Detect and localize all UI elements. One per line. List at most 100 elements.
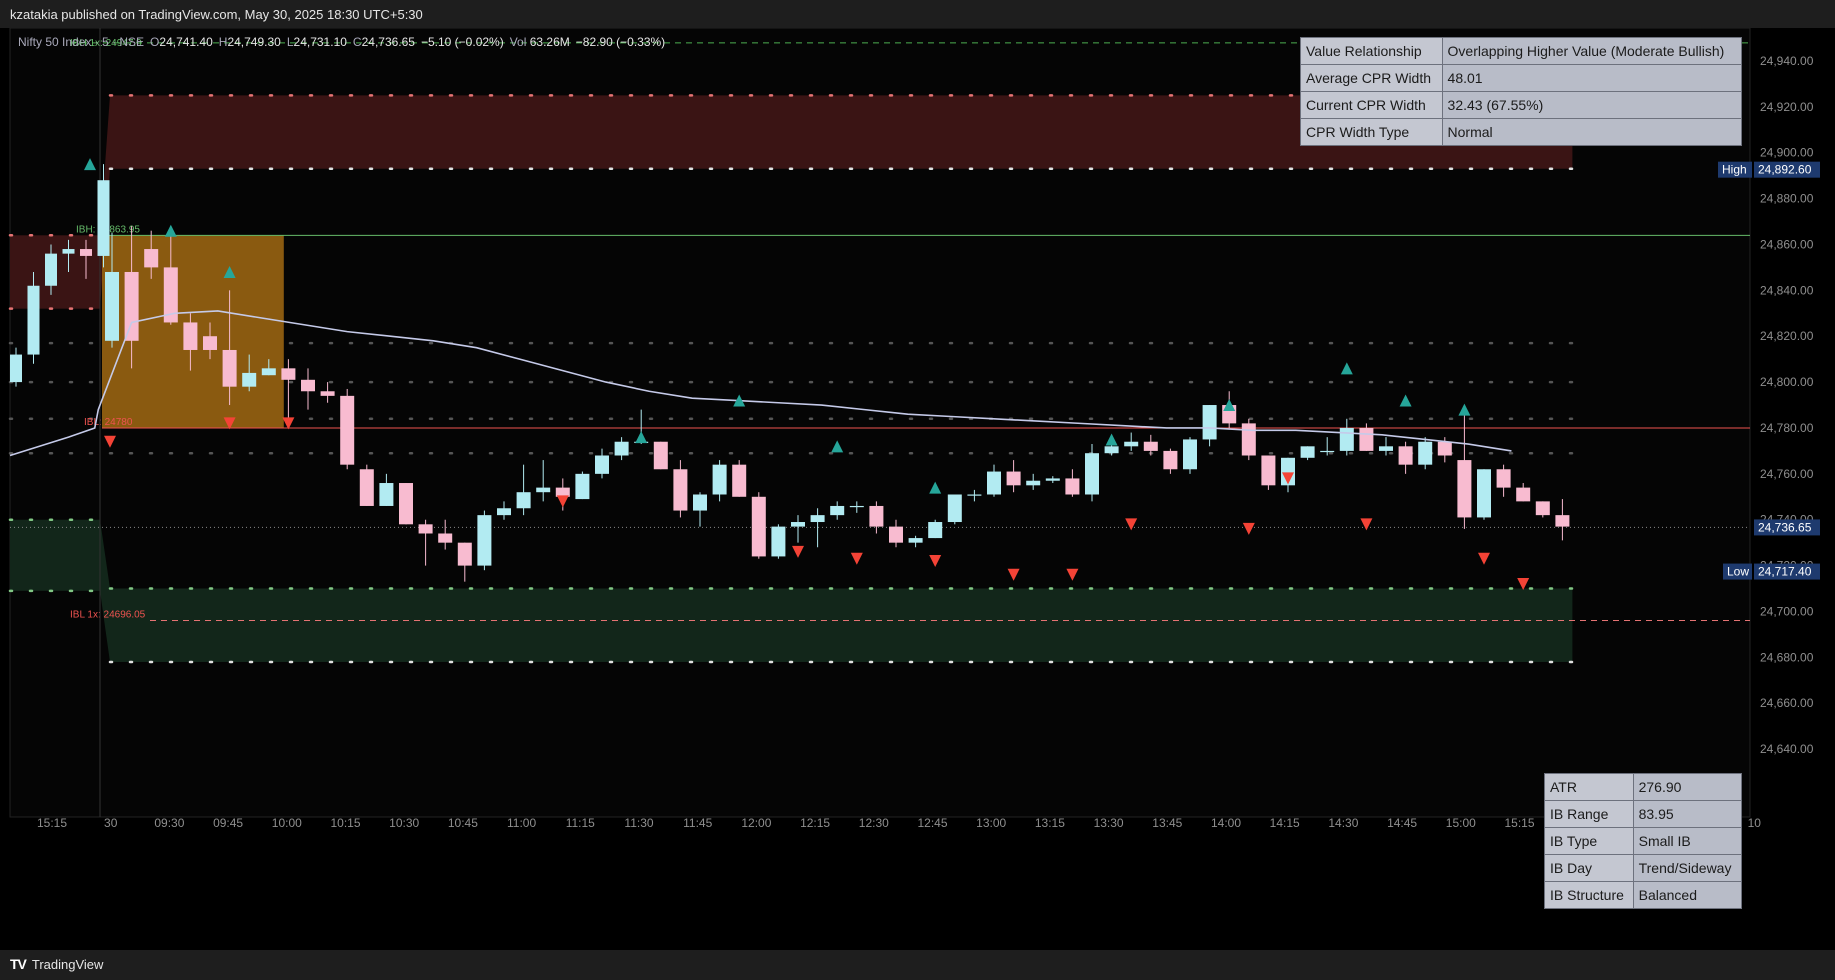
candle [1535, 501, 1550, 518]
x-tick-label: 13:45 [1152, 816, 1182, 830]
x-tick-label: 15:00 [1446, 816, 1476, 830]
candle-body [712, 464, 727, 495]
y-tick-label: 24,920.00 [1760, 100, 1814, 114]
cpr-info-value: 32.43 (67.55%) [1441, 91, 1743, 119]
ib-info-key: IB Type [1544, 827, 1634, 855]
brand-name: TradingView [31, 956, 104, 972]
candle-body [967, 494, 982, 496]
ibl-1x-label: IBL 1x: 24696.05 [70, 610, 146, 621]
ib-info-row: IB Structure Balanced [1544, 881, 1743, 909]
candle-body [1379, 446, 1393, 451]
candle-body [575, 473, 590, 500]
candle [928, 519, 943, 539]
high-value-tag-text: 24,892.60 [1758, 163, 1812, 177]
tradingview-logo-icon: TV [10, 956, 27, 972]
candle-body [1516, 487, 1531, 502]
candle-body [614, 441, 629, 456]
y-tick-label: 24,900.00 [1760, 146, 1814, 160]
candle-body [1535, 501, 1550, 516]
ib-info-row: IB Day Trend/Sideway [1544, 854, 1743, 882]
x-tick-label: 10:00 [272, 816, 302, 830]
candle-body [1339, 427, 1354, 451]
candle-body [203, 336, 217, 350]
low-label-tag: Low [1723, 563, 1752, 580]
candle [732, 460, 747, 497]
ib-info-row: IB Range 83.95 [1544, 800, 1743, 828]
ib-info-key: IB Structure [1544, 881, 1634, 909]
y-tick-label: 24,940.00 [1760, 54, 1814, 68]
x-tick-label: 15:15 [37, 816, 67, 830]
candle [340, 388, 355, 470]
ib-info-table: ATR 276.90 IB Range 83.95 IB Type Small IB IB … [1544, 773, 1743, 909]
cpr-info-key: Current CPR Width [1300, 91, 1443, 119]
y-tick-label: 24,820.00 [1760, 329, 1814, 343]
candle-body [10, 354, 22, 383]
last-price-tag: 24,736.65 [1754, 519, 1820, 536]
ib-info-value: 83.95 [1632, 800, 1743, 828]
candle [1477, 469, 1491, 520]
cpr-info-table: Value Relationship Overlapping Higher Val… [1300, 37, 1743, 146]
legend-vol: Vol 63.26M [509, 35, 570, 49]
high-label-tag-text: High [1722, 163, 1747, 177]
cpr-info-value: 48.01 [1441, 64, 1743, 92]
x-tick-label: 10:15 [330, 816, 360, 830]
candle-body [183, 322, 198, 350]
candle-body [281, 368, 296, 380]
candle-body [673, 469, 688, 511]
candle-body [1163, 450, 1178, 470]
footer-bar [0, 950, 1835, 980]
cpr-info-value: Overlapping Higher Value (Moderate Bulli… [1441, 37, 1743, 65]
y-tick-label: 24,880.00 [1760, 192, 1814, 206]
y-tick-label: 24,780.00 [1760, 421, 1814, 435]
low-value-tag-text: 24,717.40 [1758, 565, 1812, 579]
symbol-name: Nifty 50 Index · 5 · NSE [18, 35, 145, 49]
x-tick-label: 13:30 [1094, 816, 1124, 830]
candle-body [536, 487, 551, 493]
x-tick-label: 13:15 [1035, 816, 1065, 830]
x-tick-label: 09:30 [154, 816, 184, 830]
ib-info-value: Balanced [1632, 881, 1743, 909]
tradingview-logo[interactable]: TV TradingView [10, 956, 103, 972]
candle-body [1241, 423, 1256, 456]
candle [947, 494, 962, 525]
candle-body [1124, 441, 1139, 447]
candle-body [1202, 405, 1217, 440]
candle-body [144, 249, 159, 268]
candle-body [1085, 453, 1099, 495]
legend-high: H24,749.30 [218, 35, 281, 49]
x-tick-label: 12:15 [800, 816, 830, 830]
candle-body [124, 271, 139, 341]
x-tick-label: 09:45 [213, 816, 243, 830]
candle-body [62, 249, 75, 254]
x-tick-label: 11:45 [683, 816, 712, 830]
candle [1418, 437, 1433, 470]
candle-body [889, 526, 903, 543]
high-value-tag: 24,892.60 [1754, 161, 1820, 178]
high-label-tag: High [1718, 161, 1752, 178]
x-tick-label: 10:45 [448, 816, 478, 830]
candle-body [987, 471, 1001, 495]
candle-body [1183, 439, 1197, 470]
candle-body [1065, 478, 1080, 495]
candle-body [97, 180, 110, 256]
candle-body [27, 285, 40, 355]
cpr-info-row: Current CPR Width 32.43 (67.55%) [1300, 91, 1743, 119]
candle-body [1496, 469, 1511, 488]
candle-body [301, 379, 315, 392]
candle [771, 524, 786, 559]
cpr-info-key: Average CPR Width [1300, 64, 1443, 92]
legend-vol-change: −82.90 (−0.33%) [575, 35, 666, 49]
low-label-tag-text: Low [1727, 565, 1749, 579]
publish-header: kzatakia published on TradingView.com, M… [0, 0, 1835, 29]
cpr-info-value: Normal [1441, 118, 1743, 146]
legend-open: O24,741.40 [150, 35, 213, 49]
x-tick-label: 12:45 [917, 816, 947, 830]
candle-body [595, 455, 609, 474]
candle-body [869, 505, 884, 527]
candle [575, 471, 590, 500]
publish-info: kzatakia published on TradingView.com, M… [10, 7, 423, 22]
candle [477, 510, 492, 571]
x-tick-label: 12:30 [859, 816, 889, 830]
ib-info-row: IB Type Small IB [1544, 827, 1743, 855]
ib-info-key: ATR [1544, 773, 1634, 801]
